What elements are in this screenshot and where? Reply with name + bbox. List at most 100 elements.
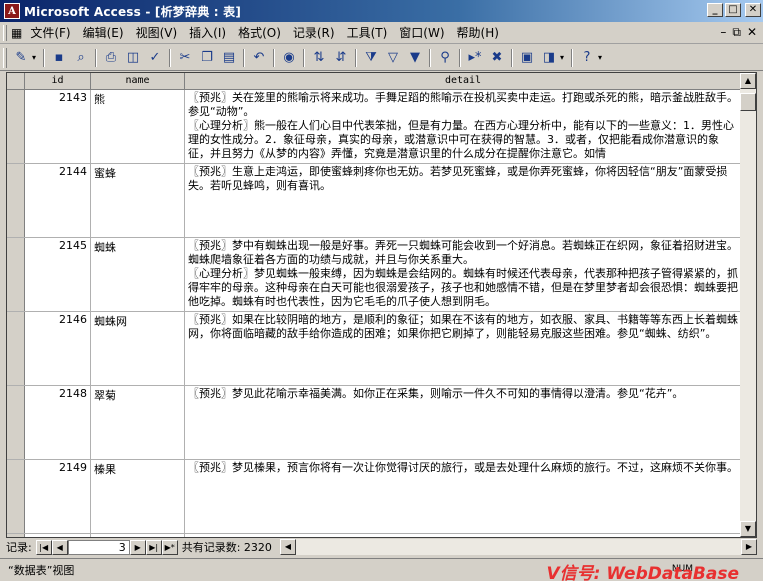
help-icon[interactable]: ? [576,47,598,69]
row-selector[interactable] [7,164,25,237]
cell-detail[interactable]: 〖预兆〗梦中有蜘蛛出现一般是好事。弄死一只蜘蛛可能会收到一个好消息。若蜘蛛正在织… [185,238,742,311]
menu-doc-icon[interactable]: ▦ [11,26,22,40]
first-record-button[interactable]: |◀ [35,539,52,555]
database-window-icon[interactable]: ▣ [516,47,538,69]
cell-id[interactable]: 2146 [25,312,91,385]
undo-icon[interactable]: ↶ [248,47,270,69]
filter-by-form-icon[interactable]: ▽ [382,47,404,69]
spelling-icon[interactable]: ✓ [144,47,166,69]
sort-descending-icon[interactable]: ⇵ [330,47,352,69]
cell-detail[interactable]: 〖预兆〗梦见榛果，预言你将有一次让你觉得讨厌的旅行，或是去处理什么麻烦的旅行。不… [185,460,742,533]
menu-view[interactable]: 视图(V) [130,23,184,43]
cell-id[interactable]: 2143 [25,90,91,163]
cell-name[interactable]: 翠菊 [91,386,185,459]
table-row[interactable]: 2149 榛果 〖预兆〗梦见榛果，预言你将有一次让你觉得讨厌的旅行，或是去处理什… [7,460,742,534]
column-header-detail[interactable]: detail [185,73,742,90]
new-record-nav-button[interactable]: ▶* [161,539,178,555]
detail-paragraph: 〖预兆〗梦中有蜘蛛出现一般是好事。弄死一只蜘蛛可能会收到一个好消息。若蜘蛛正在织… [188,239,738,266]
cell-id[interactable]: 2144 [25,164,91,237]
cell-detail[interactable]: 〖预兆〗梦见此花喻示幸福美满。如你正在采集，则喻示一件久不可知的事情得以澄清。参… [185,386,742,459]
menu-tools[interactable]: 工具(T) [341,23,394,43]
select-all-box[interactable] [7,73,25,90]
menu-format[interactable]: 格式(O) [232,23,287,43]
apply-filter-icon[interactable]: ▼ [404,47,426,69]
save-icon[interactable]: ▪ [48,47,70,69]
doc-minimize-button[interactable]: – [720,25,726,40]
paste-icon[interactable]: ▤ [218,47,240,69]
window-title: Microsoft Access - [析梦辞典 : 表] [24,4,242,19]
hyperlink-icon[interactable]: ◉ [278,47,300,69]
cell-detail[interactable]: 〖预兆〗关在笼里的熊喻示将来成功。手舞足蹈的熊喻示在投机买卖中走运。打跑或杀死的… [185,90,742,163]
record-count: 共有记录数: 2320 [181,541,272,554]
detail-paragraph: 〖预兆〗关在笼里的熊喻示将来成功。手舞足蹈的熊喻示在投机买卖中走运。打跑或杀死的… [188,91,738,118]
horizontal-scrollbar[interactable]: ◀ ▶ [279,539,757,555]
find-icon[interactable]: ⚲ [434,47,456,69]
table-row[interactable]: 2148 翠菊 〖预兆〗梦见此花喻示幸福美满。如你正在采集，则喻示一件久不可知的… [7,386,742,460]
menu-grip[interactable] [3,24,7,41]
toolbar-grip[interactable] [3,47,7,68]
close-button[interactable]: ✕ [745,3,761,17]
detail-paragraph: 〖预兆〗梦见榛果，预言你将有一次让你觉得讨厌的旅行，或是去处理什么麻烦的旅行。不… [188,461,738,474]
status-view-text: “数据表”视图 [8,564,75,577]
record-navigation: 记录: |◀ ◀ 3 ▶ ▶| ▶* 共有记录数: 2320 ◀ ▶ [6,538,757,556]
scroll-thumb[interactable] [740,93,756,111]
menu-file[interactable]: 文件(F) [24,23,76,43]
next-record-button[interactable]: ▶ [129,539,146,555]
print-preview-icon[interactable]: ◫ [122,47,144,69]
table-row[interactable]: 2143 熊 〖预兆〗关在笼里的熊喻示将来成功。手舞足蹈的熊喻示在投机买卖中走运… [7,90,742,164]
row-selector[interactable] [7,386,25,459]
copy-icon[interactable]: ❐ [196,47,218,69]
minimize-button[interactable]: _ [707,3,723,17]
row-selector[interactable] [7,90,25,163]
maximize-button[interactable]: □ [725,3,741,17]
menu-insert[interactable]: 插入(I) [183,23,232,43]
cell-id[interactable]: 2145 [25,238,91,311]
scroll-right-icon[interactable]: ▶ [741,539,757,555]
menu-records[interactable]: 记录(R) [287,23,341,43]
new-object-dropdown-icon[interactable]: ▾ [560,53,568,62]
view-dropdown-icon[interactable]: ▾ [32,53,40,62]
cell-name[interactable]: 蜘蛛 [91,238,185,311]
cell-name[interactable]: 蜘蛛网 [91,312,185,385]
row-selector[interactable] [7,238,25,311]
access-app-icon[interactable]: A [4,3,20,19]
row-selector[interactable] [7,312,25,385]
row-selector[interactable] [7,460,25,533]
scroll-up-icon[interactable]: ▲ [740,73,756,89]
current-record-input[interactable]: 3 [67,539,130,555]
column-header-name[interactable]: name [91,73,185,90]
print-icon[interactable]: ⎙ [100,47,122,69]
delete-record-icon[interactable]: ✖ [486,47,508,69]
previous-record-button[interactable]: ◀ [51,539,68,555]
cell-detail[interactable]: 〖预兆〗如果在比较阴暗的地方，是顺利的象征；如果在不该有的地方，如衣服、家具、书… [185,312,742,385]
view-icon[interactable]: ✎ [10,47,32,69]
menu-help[interactable]: 帮助(H) [451,23,505,43]
table-row[interactable]: 2144 蜜蜂 〖预兆〗生意上走鸿运，即使蜜蜂刺疼你也无妨。若梦见死蜜蜂，或是你… [7,164,742,238]
table-row[interactable]: 2145 蜘蛛 〖预兆〗梦中有蜘蛛出现一般是好事。弄死一只蜘蛛可能会收到一个好消… [7,238,742,312]
filter-by-selection-icon[interactable]: ⧩ [360,47,382,69]
last-record-button[interactable]: ▶| [145,539,162,555]
cell-name[interactable]: 熊 [91,90,185,163]
menu-window[interactable]: 窗口(W) [393,23,450,43]
search-icon[interactable]: ⌕ [70,47,92,69]
cut-icon[interactable]: ✂ [174,47,196,69]
column-header-id[interactable]: id [25,73,91,90]
vertical-scrollbar[interactable]: ▲ ▼ [740,73,756,537]
new-record-icon[interactable]: ▸* [464,47,486,69]
toolbar-options-icon[interactable]: ▾ [598,53,606,62]
cell-id[interactable]: 2149 [25,460,91,533]
doc-close-button[interactable]: ✕ [747,25,757,40]
new-object-icon[interactable]: ◨ [538,47,560,69]
cell-id[interactable]: 2148 [25,386,91,459]
cell-name[interactable]: 蜜蜂 [91,164,185,237]
doc-restore-button[interactable]: ⧉ [732,25,741,40]
sort-ascending-icon[interactable]: ⇅ [308,47,330,69]
menu-edit[interactable]: 编辑(E) [77,23,130,43]
cell-name[interactable]: 榛果 [91,460,185,533]
scroll-down-icon[interactable]: ▼ [740,521,756,537]
table-row[interactable]: 2146 蜘蛛网 〖预兆〗如果在比较阴暗的地方，是顺利的象征；如果在不该有的地方… [7,312,742,386]
detail-paragraph: 〖预兆〗生意上走鸿运，即使蜜蜂刺疼你也无妨。若梦见死蜜蜂，或是你弄死蜜蜂，你将因… [188,165,728,192]
cell-detail[interactable]: 〖预兆〗生意上走鸿运，即使蜜蜂刺疼你也无妨。若梦见死蜜蜂，或是你弄死蜜蜂，你将因… [185,164,742,237]
scroll-left-icon[interactable]: ◀ [279,539,296,555]
detail-paragraph: 〖预兆〗如果在比较阴暗的地方，是顺利的象征；如果在不该有的地方，如衣服、家具、书… [188,313,738,340]
